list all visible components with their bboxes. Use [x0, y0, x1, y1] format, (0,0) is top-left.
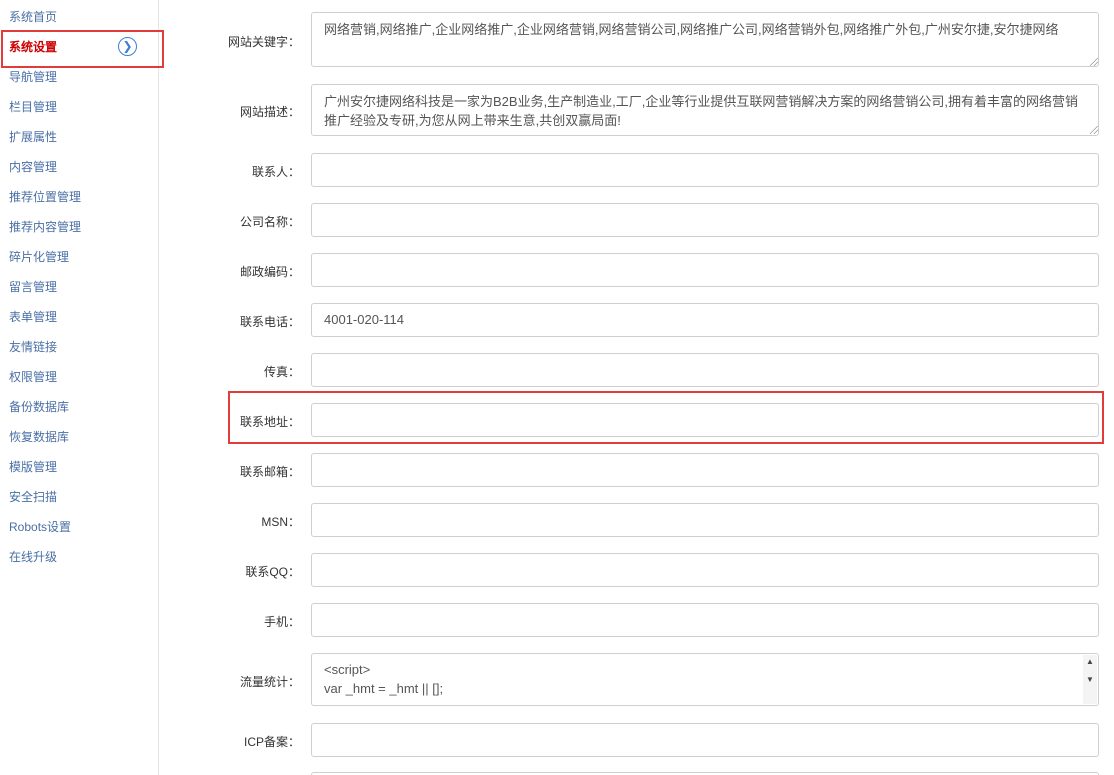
icp-input[interactable] — [311, 723, 1099, 757]
address-highlight — [228, 391, 1104, 444]
sidebar-item-recommend-positions[interactable]: 推荐位置管理 — [9, 187, 81, 207]
form-row-contact: 联系人： — [159, 153, 1114, 187]
mobile-label: 手机： — [263, 615, 300, 629]
form-row-email: 联系邮箱： — [159, 453, 1114, 487]
scroll-up-icon[interactable]: ▲ — [1083, 655, 1097, 669]
active-item-highlight — [1, 30, 164, 68]
sidebar-item-forms[interactable]: 表单管理 — [9, 307, 57, 327]
sidebar-item-home[interactable]: 系统首页 — [9, 7, 57, 27]
postcode-label: 邮政编码： — [239, 265, 300, 279]
sidebar-item-restore-db[interactable]: 恢复数据库 — [9, 427, 69, 447]
fax-input[interactable] — [311, 353, 1099, 387]
qq-label: 联系QQ： — [245, 565, 300, 579]
company-input[interactable] — [311, 203, 1099, 237]
sidebar-item-security-scan[interactable]: 安全扫描 — [9, 487, 57, 507]
keywords-label: 网站关键字： — [227, 35, 300, 49]
stats-label: 流量统计： — [239, 675, 300, 689]
description-label: 网站描述： — [239, 105, 300, 119]
sidebar-item-friend-links[interactable]: 友情链接 — [9, 337, 57, 357]
stats-textarea[interactable]: <script> var _hmt = _hmt || []; ▲ ▼ — [311, 653, 1099, 706]
form-row-stats: 流量统计： <script> var _hmt = _hmt || []; ▲ … — [159, 653, 1114, 707]
stats-line-2: var _hmt = _hmt || []; — [324, 681, 444, 696]
form-row-icp: ICP备案： — [159, 723, 1114, 757]
sidebar-item-extended-attributes[interactable]: 扩展属性 — [9, 127, 57, 147]
qq-input[interactable] — [311, 553, 1099, 587]
form-row-msn: MSN： — [159, 503, 1114, 537]
email-label: 联系邮箱： — [239, 465, 300, 479]
scroll-down-icon[interactable]: ▼ — [1083, 673, 1097, 687]
form-row-postcode: 邮政编码： — [159, 253, 1114, 287]
mobile-input[interactable] — [311, 603, 1099, 637]
sidebar-item-messages[interactable]: 留言管理 — [9, 277, 57, 297]
sidebar-item-robots[interactable]: Robots设置 — [9, 517, 71, 537]
form-row-description: 网站描述： 广州安尔捷网络科技是一家为B2B业务,生产制造业,工厂,企业等行业提… — [159, 84, 1114, 137]
stats-line-1: <script> — [324, 662, 371, 677]
sidebar-item-backup-db[interactable]: 备份数据库 — [9, 397, 69, 417]
description-textarea[interactable]: 广州安尔捷网络科技是一家为B2B业务,生产制造业,工厂,企业等行业提供互联网营销… — [311, 84, 1099, 136]
keywords-textarea[interactable]: 网络营销,网络推广,企业网络推广,企业网络营销,网络营销公司,网络推广公司,网络… — [311, 12, 1099, 67]
form-row-qq: 联系QQ： — [159, 553, 1114, 587]
email-input[interactable] — [311, 453, 1099, 487]
postcode-input[interactable] — [311, 253, 1099, 287]
sidebar-item-recommend-content[interactable]: 推荐内容管理 — [9, 217, 81, 237]
form-row-phone: 联系电话： 4001-020-114 — [159, 303, 1114, 337]
form-row-keywords: 网站关键字： 网络营销,网络推广,企业网络推广,企业网络营销,网络营销公司,网络… — [159, 12, 1114, 68]
sidebar-item-fragments[interactable]: 碎片化管理 — [9, 247, 69, 267]
resize-grip-icon[interactable] — [1090, 126, 1098, 134]
company-label: 公司名称： — [239, 215, 300, 229]
resize-grip-icon[interactable] — [1090, 58, 1098, 66]
contact-input[interactable] — [311, 153, 1099, 187]
sidebar-item-online-upgrade[interactable]: 在线升级 — [9, 547, 57, 567]
msn-input[interactable] — [311, 503, 1099, 537]
form-row-company: 公司名称： — [159, 203, 1114, 237]
sidebar-item-templates[interactable]: 模版管理 — [9, 457, 57, 477]
form-row-fax: 传真： — [159, 353, 1114, 387]
textarea-scrollbar[interactable]: ▲ ▼ — [1083, 655, 1097, 704]
sidebar-nav: 系统首页 系统设置 ❯ 导航管理 栏目管理 扩展属性 内容管理 推荐位置管理 推… — [0, 0, 159, 775]
sidebar-item-permissions[interactable]: 权限管理 — [9, 367, 57, 387]
sidebar-item-content[interactable]: 内容管理 — [9, 157, 57, 177]
icp-label: ICP备案： — [243, 735, 300, 749]
contact-label: 联系人： — [251, 165, 300, 179]
msn-label: MSN： — [261, 515, 300, 529]
sidebar-item-navigation[interactable]: 导航管理 — [9, 67, 57, 87]
form-row-mobile: 手机： — [159, 603, 1114, 637]
phone-label: 联系电话： — [239, 315, 300, 329]
phone-input[interactable]: 4001-020-114 — [311, 303, 1099, 337]
fax-label: 传真： — [263, 365, 300, 379]
sidebar-item-columns[interactable]: 栏目管理 — [9, 97, 57, 117]
